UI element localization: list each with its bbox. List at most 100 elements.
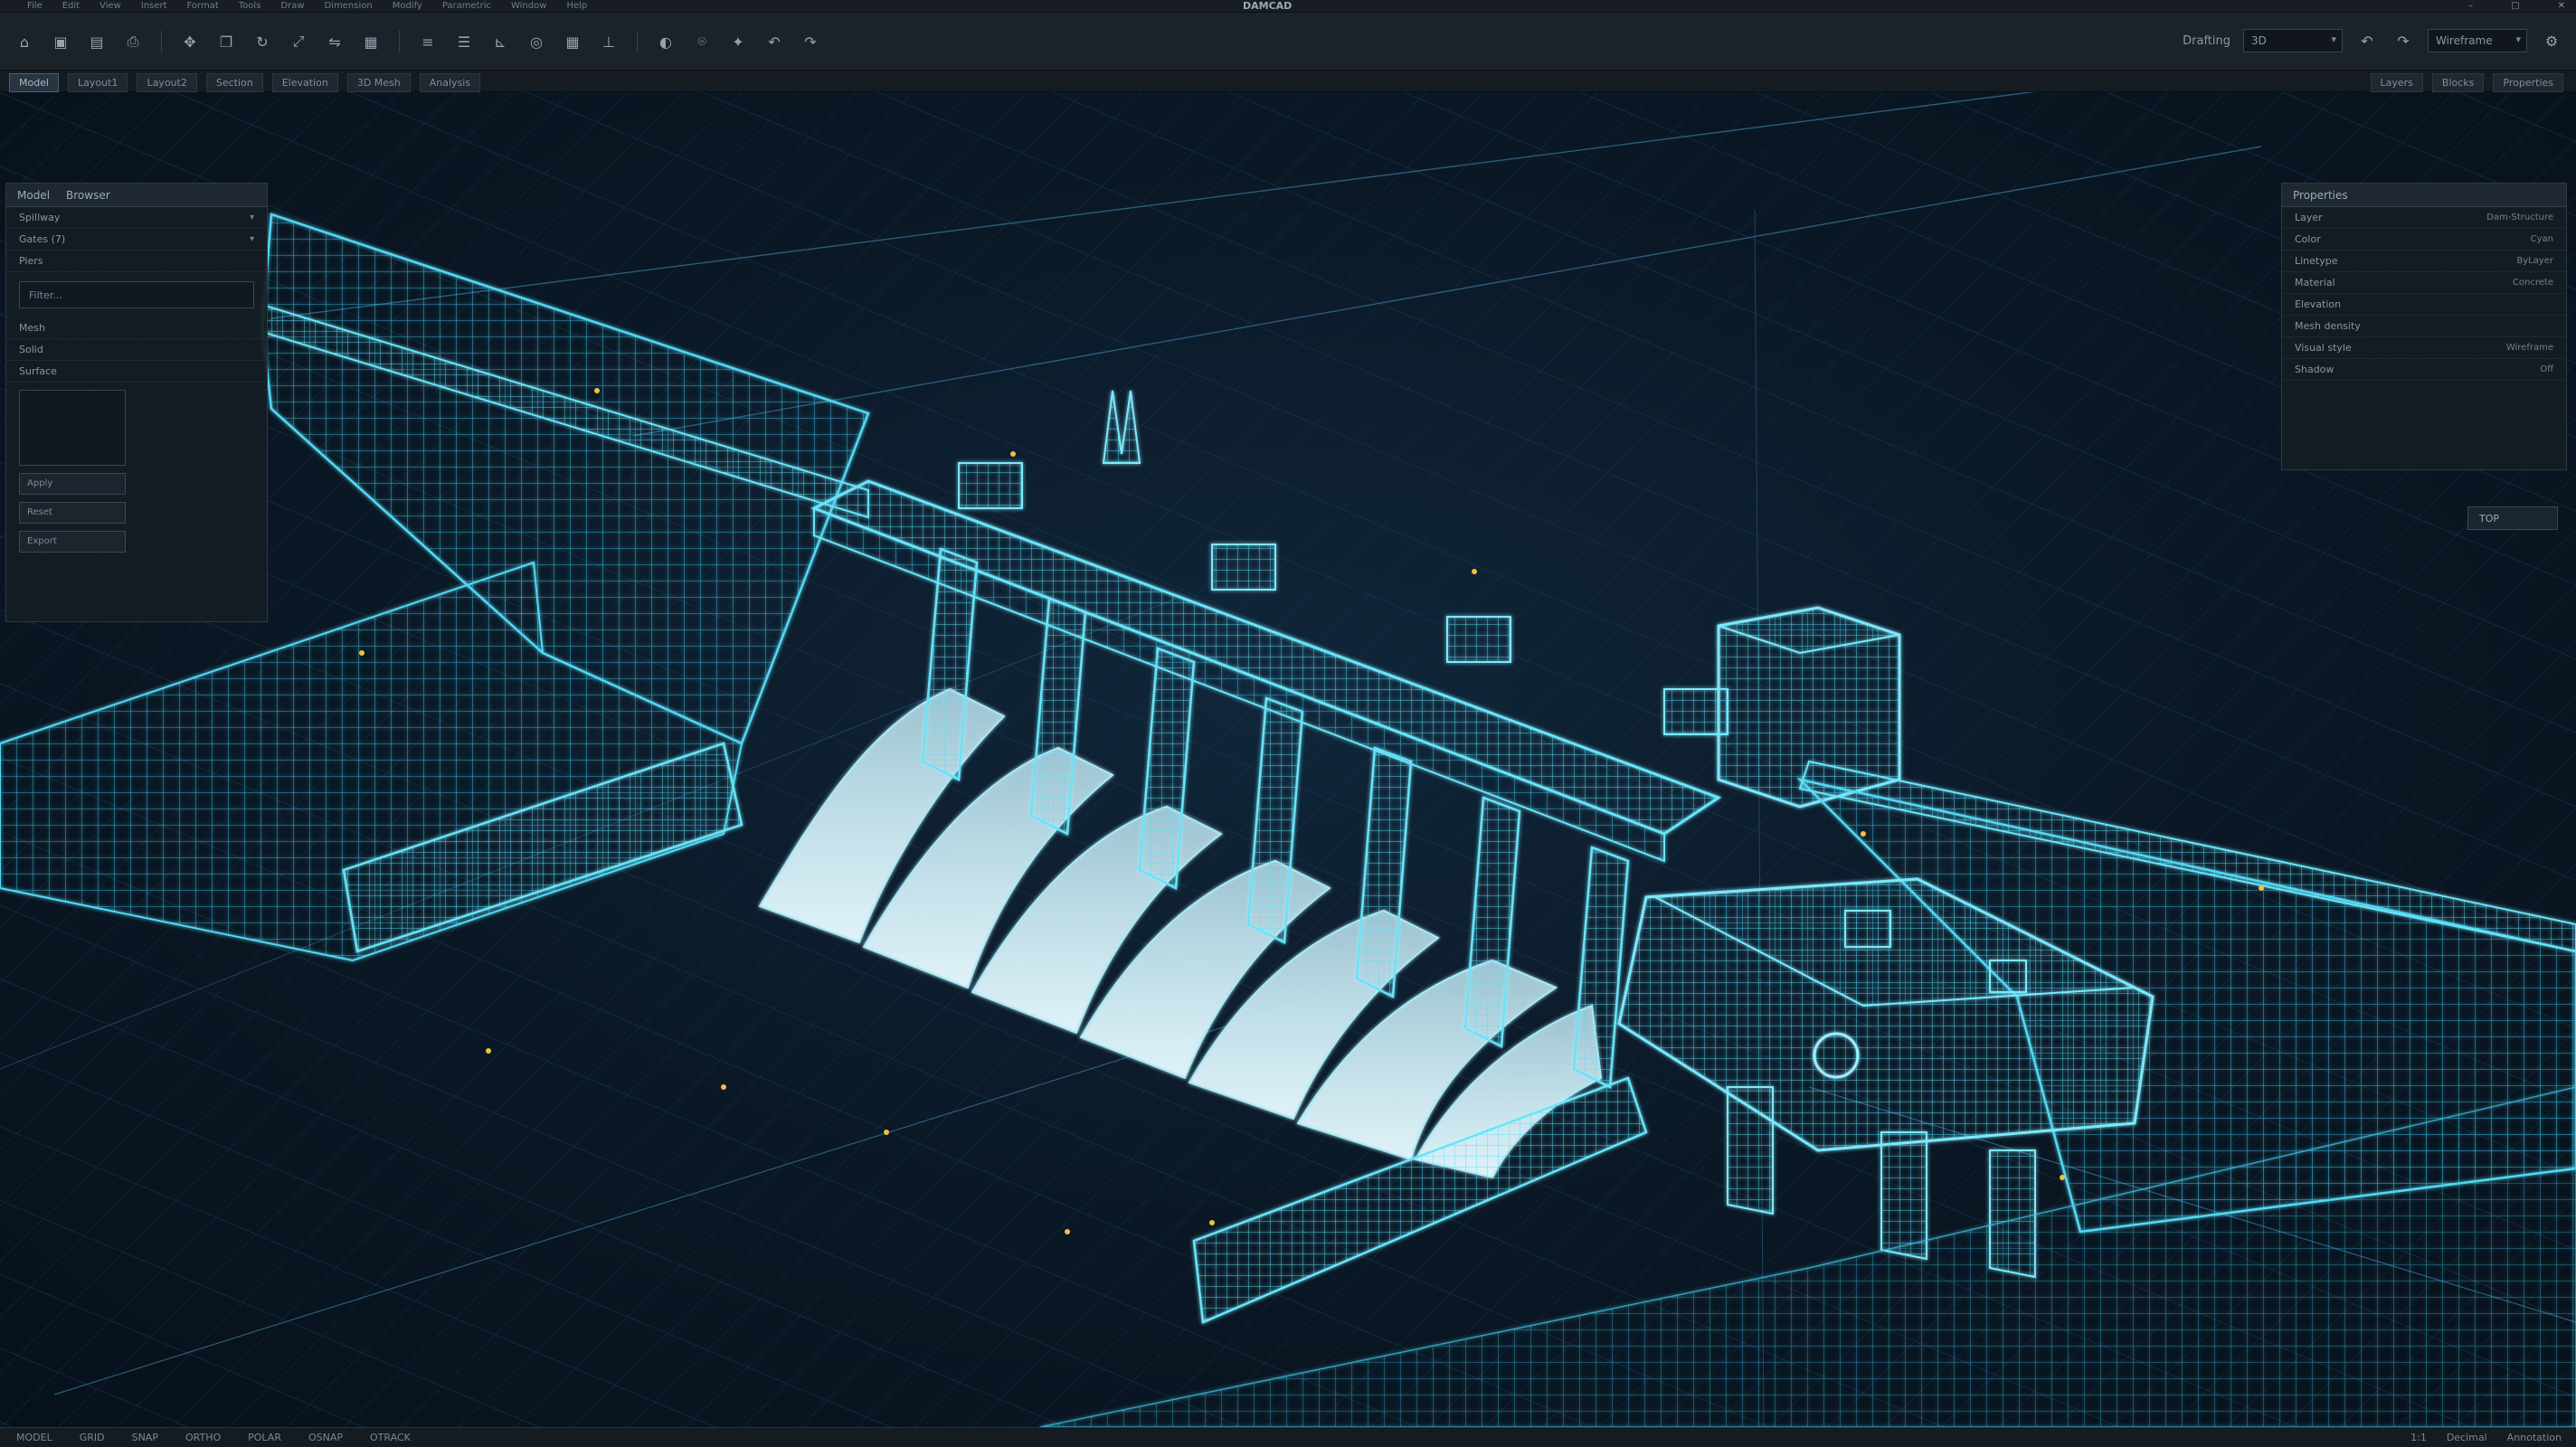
status-info-item[interactable]: 1:1 (2410, 1432, 2427, 1443)
tab-section[interactable]: Section (205, 73, 263, 92)
open-icon[interactable]: ▤ (85, 31, 109, 52)
property-value[interactable]: Dam-Structure (2486, 213, 2553, 222)
property-value[interactable]: Wireframe (2506, 343, 2553, 353)
export-button[interactable]: Export (19, 531, 126, 553)
tab-model[interactable]: Model (9, 73, 60, 92)
chevron-down-icon[interactable]: ▾ (250, 234, 254, 244)
display-mode-row[interactable]: Solid (6, 339, 267, 361)
panel-tab-browser[interactable]: Browser (66, 189, 110, 202)
scale-icon[interactable]: ⤢ (287, 31, 310, 52)
property-row[interactable]: Material Concrete (2282, 272, 2566, 294)
property-value[interactable]: ByLayer (2516, 256, 2553, 266)
status-info-item[interactable]: Annotation (2507, 1432, 2562, 1443)
array-icon[interactable]: ▦ (359, 31, 383, 52)
property-value[interactable]: Concrete (2513, 278, 2553, 288)
browser-row-label: Gates (7) (19, 233, 66, 245)
menu-item-insert[interactable]: Insert (141, 0, 167, 13)
property-row[interactable]: Shadow Off (2282, 359, 2566, 381)
redo-icon[interactable]: ↷ (799, 31, 822, 52)
ortho-icon[interactable]: ⊥ (597, 31, 620, 52)
print-icon[interactable]: ⎙ (121, 31, 145, 52)
property-value[interactable]: Off (2540, 364, 2553, 374)
grid-icon[interactable]: ▦ (561, 31, 584, 52)
measure-icon[interactable]: ⊾ (488, 31, 512, 52)
menu-item-dimension[interactable]: Dimension (325, 0, 373, 13)
menu-item-help[interactable]: Help (566, 0, 587, 13)
tab-blocks[interactable]: Blocks (2431, 73, 2485, 92)
visual-style-select[interactable]: Wireframe (2428, 29, 2527, 52)
reset-button[interactable]: Reset (19, 502, 126, 524)
status-toggle-grid[interactable]: GRID (80, 1432, 105, 1443)
property-row[interactable]: Color Cyan (2282, 229, 2566, 251)
menu-item-tools[interactable]: Tools (239, 0, 261, 13)
menu-item-edit[interactable]: Edit (62, 0, 80, 13)
render-icon[interactable]: ◐ (654, 31, 677, 52)
3d-viewport[interactable]: Model Browser Spillway ▾ Gates (7) ▾ Piers F… (0, 92, 2576, 1427)
display-mode-row[interactable]: Surface (6, 361, 267, 383)
save-icon[interactable]: ▣ (49, 31, 72, 52)
menu-item-draw[interactable]: Draw (280, 0, 304, 13)
snap-icon[interactable]: ◎ (525, 31, 548, 52)
display-mode-label: Solid (19, 344, 43, 355)
move-icon[interactable]: ✥ (178, 31, 202, 52)
status-toggle-polar[interactable]: POLAR (248, 1432, 281, 1443)
status-info-item[interactable]: Decimal (2447, 1432, 2487, 1443)
camera-icon[interactable]: ⌾ (690, 31, 714, 52)
property-value[interactable]: Cyan (2531, 234, 2553, 244)
home-icon[interactable]: ⌂ (13, 31, 36, 52)
property-label: Material (2295, 277, 2335, 288)
settings-icon[interactable]: ⚙ (2540, 30, 2563, 52)
tab-layout1[interactable]: Layout1 (68, 73, 128, 92)
status-toggle-model[interactable]: MODEL (16, 1432, 52, 1443)
menu-item-parametric[interactable]: Parametric (442, 0, 491, 13)
tab-properties[interactable]: Properties (2493, 73, 2563, 92)
toolbar-separator (161, 31, 162, 52)
redo-icon[interactable]: ↷ (2391, 30, 2415, 52)
property-row[interactable]: Elevation (2282, 294, 2566, 316)
close-icon[interactable]: ✕ (2558, 0, 2565, 13)
rotate-icon[interactable]: ↻ (251, 31, 274, 52)
property-row[interactable]: Linetype ByLayer (2282, 251, 2566, 272)
browser-row[interactable]: Spillway ▾ (6, 207, 267, 229)
menu-item-file[interactable]: File (27, 0, 43, 13)
chevron-down-icon[interactable]: ▾ (250, 213, 254, 222)
status-toggle-osnap[interactable]: OSNAP (308, 1432, 343, 1443)
filter-input[interactable]: Filter... (19, 281, 254, 308)
apply-button[interactable]: Apply (19, 473, 126, 495)
mirror-icon[interactable]: ⇋ (323, 31, 346, 52)
tab-analysis[interactable]: Analysis (419, 73, 481, 92)
status-toggle-otrack[interactable]: OTRACK (370, 1432, 411, 1443)
dam-wireframe-model[interactable] (0, 92, 2576, 1427)
tab-layers[interactable]: Layers (2370, 73, 2423, 92)
properties-title: Properties (2293, 189, 2348, 202)
menu-item-view[interactable]: View (99, 0, 121, 13)
layer-icon[interactable]: ≡ (416, 31, 440, 52)
status-toggle-ortho[interactable]: ORTHO (185, 1432, 221, 1443)
property-label: Layer (2295, 212, 2323, 223)
preview-box (19, 390, 126, 466)
tab-layout2[interactable]: Layout2 (137, 73, 197, 92)
status-toggle-snap[interactable]: SNAP (132, 1432, 158, 1443)
workspace-select[interactable]: 3D (2243, 29, 2343, 52)
maximize-icon[interactable]: □ (2511, 0, 2519, 13)
properties-icon[interactable]: ☰ (452, 31, 476, 52)
display-mode-label: Mesh (19, 322, 45, 334)
undo-icon[interactable]: ↶ (2355, 30, 2379, 52)
tab-3d-mesh[interactable]: 3D Mesh (346, 73, 411, 92)
browser-row[interactable]: Piers (6, 251, 267, 272)
light-icon[interactable]: ✦ (726, 31, 750, 52)
menu-item-window[interactable]: Window (511, 0, 546, 13)
minimize-icon[interactable]: – (2468, 0, 2473, 13)
panel-tab-model[interactable]: Model (17, 189, 50, 202)
display-mode-row[interactable]: Mesh (6, 317, 267, 339)
property-row[interactable]: Mesh density (2282, 316, 2566, 337)
property-row[interactable]: Layer Dam-Structure (2282, 207, 2566, 229)
property-row[interactable]: Visual style Wireframe (2282, 337, 2566, 359)
tab-elevation[interactable]: Elevation (271, 73, 338, 92)
viewcube-button[interactable]: TOP (2467, 506, 2558, 530)
copy-icon[interactable]: ❐ (214, 31, 238, 52)
menu-item-modify[interactable]: Modify (393, 0, 422, 13)
menu-item-format[interactable]: Format (187, 0, 219, 13)
undo-icon[interactable]: ↶ (762, 31, 786, 52)
browser-row[interactable]: Gates (7) ▾ (6, 229, 267, 251)
